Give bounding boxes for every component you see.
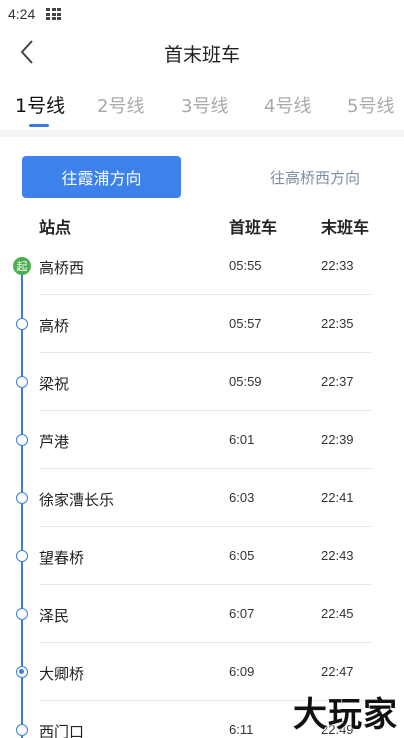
table-row[interactable]: 高桥 05:57 22:35 — [0, 295, 404, 353]
first-train-time: 6:01 — [229, 432, 255, 447]
tab-line-4[interactable]: 4号线 — [264, 92, 311, 118]
station-name: 西门口 — [39, 723, 85, 738]
first-train-time: 6:11 — [229, 722, 254, 737]
table-row[interactable]: 望春桥 6:05 22:43 — [0, 527, 404, 585]
last-train-time: 22:45 — [321, 606, 354, 621]
station-name: 高桥 — [39, 317, 70, 335]
station-node-icon — [16, 434, 28, 446]
station-name: 泽民 — [39, 607, 70, 625]
station-name: 徐家漕长乐 — [39, 491, 115, 509]
station-node-icon — [16, 550, 28, 562]
table-row[interactable]: 起 高桥西 05:55 22:33 — [0, 237, 404, 295]
table-row[interactable]: 徐家漕长乐 6:03 22:41 — [0, 469, 404, 527]
line-tabs: 1号线 2号线 3号线 4号线 5号线 — [0, 86, 404, 130]
header-first-train: 首班车 — [229, 218, 278, 237]
tab-line-2[interactable]: 2号线 — [97, 92, 144, 118]
page-title: 首末班车 — [163, 44, 240, 66]
header-station: 站点 — [39, 218, 72, 237]
station-name: 高桥西 — [39, 259, 85, 277]
table-row[interactable]: 梁祝 05:59 22:37 — [0, 353, 404, 411]
header-last-train: 末班车 — [321, 218, 370, 237]
tab-line-5[interactable]: 5号线 — [347, 92, 394, 118]
status-bar: 4:24 — [0, 0, 404, 30]
last-train-time: 22:35 — [321, 316, 354, 331]
station-node-icon — [16, 318, 28, 330]
active-tab-indicator — [29, 124, 49, 127]
tab-line-3[interactable]: 3号线 — [181, 92, 228, 118]
tab-line-1[interactable]: 1号线 — [15, 91, 65, 118]
last-train-time: 22:33 — [321, 258, 354, 273]
last-train-time: 22:43 — [321, 548, 354, 563]
station-name: 大卿桥 — [39, 665, 85, 683]
table-header: 站点 首班车 末班车 — [0, 210, 404, 240]
first-train-time: 05:55 — [229, 258, 262, 273]
last-train-time: 22:39 — [321, 432, 354, 447]
station-node-icon — [16, 724, 28, 736]
station-node-icon — [16, 492, 28, 504]
first-train-time: 6:05 — [229, 548, 255, 563]
transfer-node-icon — [16, 666, 28, 678]
station-name: 望春桥 — [39, 549, 85, 567]
start-badge-icon: 起 — [13, 257, 31, 275]
app-grid-icon — [46, 8, 61, 21]
last-train-time: 22:47 — [321, 664, 354, 679]
header: 首末班车 — [0, 30, 404, 74]
section-divider — [0, 130, 404, 137]
first-train-time: 05:59 — [229, 374, 262, 389]
watermark-logo: 大玩家 — [293, 695, 398, 735]
table-row[interactable]: 泽民 6:07 22:45 — [0, 585, 404, 643]
station-name: 芦港 — [39, 433, 70, 451]
station-name: 梁祝 — [39, 375, 70, 393]
station-node-icon — [16, 608, 28, 620]
direction-button-active[interactable]: 往霞浦方向 — [22, 156, 181, 198]
table-row[interactable]: 芦港 6:01 22:39 — [0, 411, 404, 469]
station-node-icon — [16, 376, 28, 388]
last-train-time: 22:41 — [321, 490, 354, 505]
first-train-time: 6:09 — [229, 664, 255, 679]
first-train-time: 05:57 — [229, 316, 262, 331]
status-time: 4:24 — [8, 6, 36, 22]
last-train-time: 22:37 — [321, 374, 354, 389]
first-train-time: 6:07 — [229, 606, 255, 621]
direction-button-inactive[interactable]: 往高桥西方向 — [240, 156, 390, 198]
first-train-time: 6:03 — [229, 490, 255, 505]
